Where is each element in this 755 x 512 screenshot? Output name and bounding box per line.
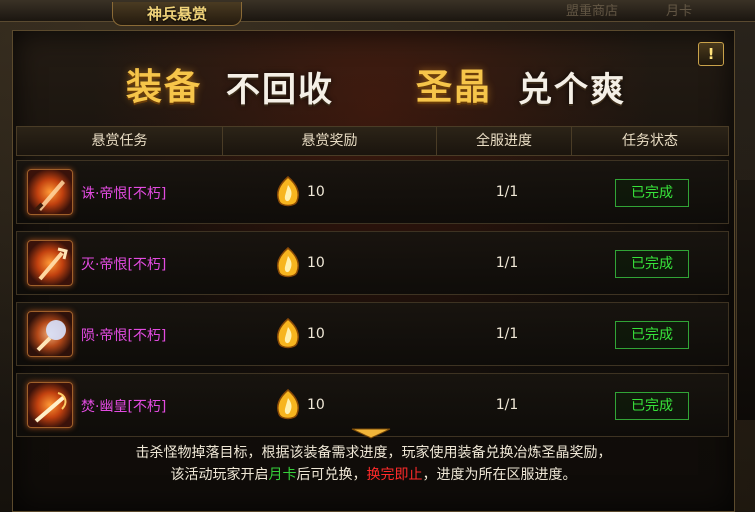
footer-text-a: 该活动玩家开启	[170, 467, 269, 483]
banner-right-gold: 圣晶	[416, 67, 493, 108]
header-task: 悬赏任务	[17, 127, 223, 155]
status-completed-button[interactable]: 已完成	[615, 250, 689, 278]
item-name: 陨·帝恨[不朽]	[81, 328, 167, 344]
banner-left-gold: 装备	[126, 67, 203, 108]
holy-crystal-icon	[273, 317, 303, 353]
footer-text-c: ，进度为所在区服进度。	[422, 467, 577, 483]
table-header: 悬赏任务 悬赏奖励 全服进度 任务状态	[16, 126, 729, 156]
banner-right-white: 兑个爽	[518, 70, 626, 110]
status-completed-button[interactable]: 已完成	[615, 392, 689, 420]
footer-instructions: 击杀怪物掉落目标，根据该装备需求进度，玩家使用装备兑换冶炼圣晶奖励， 该活动玩家…	[12, 438, 735, 512]
item-name: 灭·帝恨[不朽]	[81, 257, 167, 273]
holy-crystal-icon	[273, 388, 303, 424]
blade-weapon-icon[interactable]	[27, 169, 73, 215]
item-name: 焚·幽皇[不朽]	[81, 399, 167, 415]
reward-amount: 10	[307, 255, 325, 271]
mace-weapon-icon[interactable]	[27, 311, 73, 357]
table-row: 诛·帝恨[不朽] 10 1/1 已完成	[16, 160, 729, 224]
header-progress: 全服进度	[437, 127, 572, 155]
window-title-tab: 神兵悬赏	[112, 2, 242, 26]
flame-blade-icon[interactable]	[27, 382, 73, 428]
window-title: 神兵悬赏	[146, 5, 207, 23]
top-tab-shop[interactable]: 盟重商店	[566, 0, 618, 19]
status-completed-button[interactable]: 已完成	[615, 321, 689, 349]
limited-stock-highlight: 换完即止	[366, 467, 423, 483]
reward-amount: 10	[307, 397, 325, 413]
header-reward: 悬赏奖励	[223, 127, 437, 155]
reward-amount: 10	[307, 184, 325, 200]
banner-left-white: 不回收	[226, 70, 334, 110]
holy-crystal-icon	[273, 175, 303, 211]
scroll-down-arrow-icon[interactable]	[350, 424, 392, 439]
server-progress: 1/1	[495, 184, 519, 200]
top-tab-monthly-card[interactable]: 月卡	[666, 0, 692, 19]
footer-line-1: 击杀怪物掉落目标，根据该装备需求进度，玩家使用装备兑换冶炼圣晶奖励，	[135, 445, 612, 461]
table-row: 陨·帝恨[不朽] 10 1/1 已完成	[16, 302, 729, 366]
header-status: 任务状态	[622, 133, 678, 149]
holy-crystal-icon	[273, 246, 303, 282]
monthly-card-highlight: 月卡	[268, 467, 297, 483]
footer-line-2: 该活动玩家开启月卡后可兑换，换完即止，进度为所在区服进度。	[12, 464, 735, 486]
item-name: 诛·帝恨[不朽]	[81, 186, 167, 202]
table-row: 灭·帝恨[不朽] 10 1/1 已完成	[16, 231, 729, 295]
promo-banner: 装备 不回收 圣晶 兑个爽	[12, 50, 735, 120]
server-progress: 1/1	[495, 397, 519, 413]
server-progress: 1/1	[495, 255, 519, 271]
footer-text-b: 后可兑换，	[296, 467, 367, 483]
status-completed-button[interactable]: 已完成	[615, 179, 689, 207]
right-side-decoration	[736, 180, 755, 420]
reward-amount: 10	[307, 326, 325, 342]
trident-weapon-icon[interactable]	[27, 240, 73, 286]
server-progress: 1/1	[495, 326, 519, 342]
